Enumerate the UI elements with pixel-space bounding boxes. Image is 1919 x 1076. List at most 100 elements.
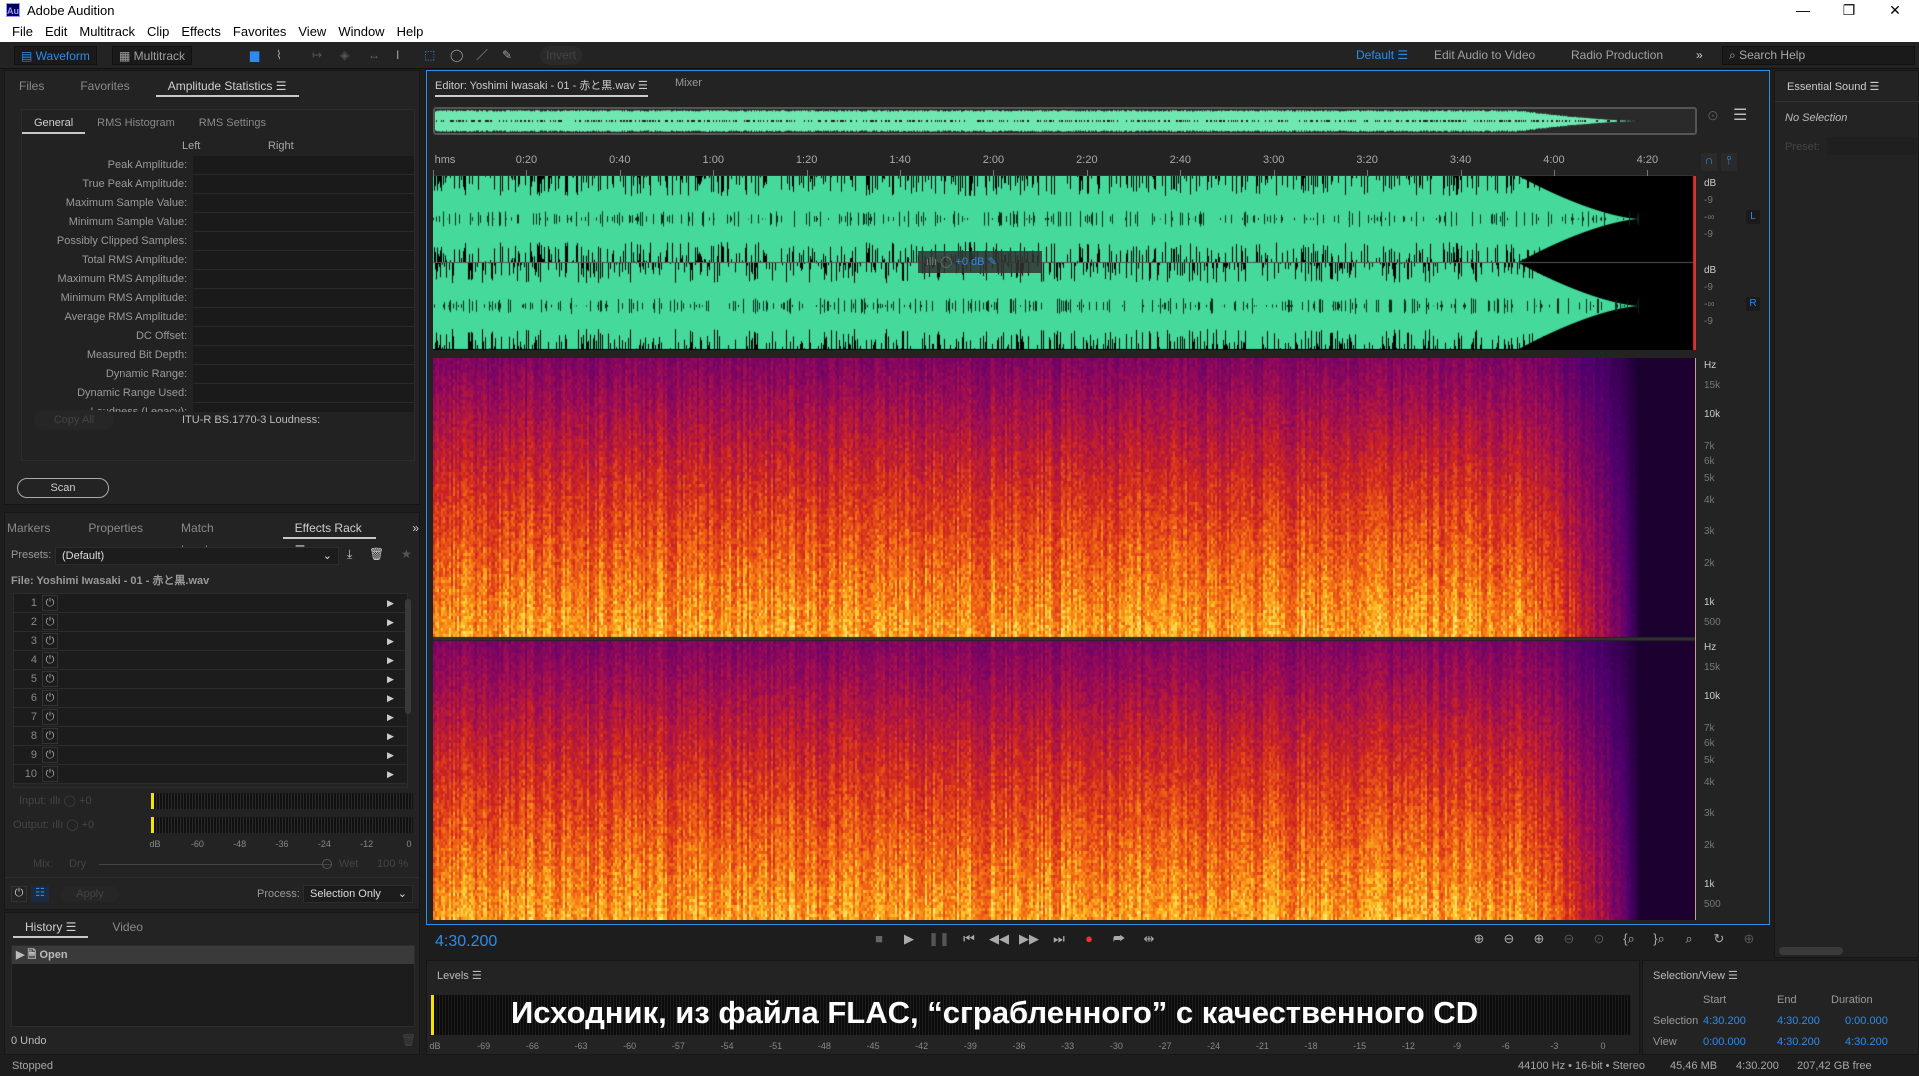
hud-gain-control[interactable]: ıllı ◯ +0 dB ✎ <box>918 251 1042 273</box>
zoom-out-amplitude-icon[interactable]: ⊖ <box>1497 931 1521 947</box>
workspace-radio-production[interactable]: Radio Production <box>1565 46 1669 65</box>
zoom-in-time-icon[interactable]: ⊕ <box>1527 931 1551 947</box>
menu-window[interactable]: Window <box>338 21 390 42</box>
power-icon[interactable]: ⏻ <box>42 652 58 668</box>
menu-clip[interactable]: Clip <box>147 21 175 42</box>
power-icon[interactable]: ⏻ <box>42 671 58 687</box>
slot-menu-arrow-icon[interactable]: ▶ <box>387 598 407 609</box>
menu-file[interactable]: File <box>12 21 39 42</box>
power-icon[interactable]: ⏻ <box>42 766 58 782</box>
spectral-frequency-toggle[interactable]: ▆ <box>244 46 265 65</box>
fast-forward-button[interactable]: ▶▶ <box>1017 931 1041 947</box>
pause-button[interactable]: ❚❚ <box>927 931 951 947</box>
record-button[interactable]: ● <box>1077 931 1101 947</box>
tab-properties[interactable]: Properties <box>76 517 155 539</box>
subtab-general[interactable]: General <box>22 112 86 134</box>
apply-button[interactable]: Apply <box>61 886 119 902</box>
zoom-selection-icon[interactable]: ⌕ <box>1677 931 1701 947</box>
time-ruler[interactable]: hms 0:20 0:40 1:00 1:20 1:40 2:00 2:20 2:40 3:00 3… <box>433 154 1693 176</box>
marquee-tool-icon[interactable]: ⬚ <box>418 46 441 65</box>
pin-icon[interactable]: ⫯ <box>1721 153 1737 171</box>
menu-help[interactable]: Help <box>397 21 430 42</box>
go-to-start-button[interactable]: ⏮ <box>957 931 981 947</box>
waveform-display-icon[interactable]: ⌇ <box>270 46 288 65</box>
process-dropdown[interactable]: Selection Only ⌄ <box>303 885 413 903</box>
effect-slot[interactable]: 6 ⏻ ▶ <box>14 689 407 708</box>
search-help-input[interactable]: ⌕ Search Help <box>1722 46 1915 65</box>
effect-slot[interactable]: 5 ⏻ ▶ <box>14 670 407 689</box>
slot-menu-arrow-icon[interactable]: ▶ <box>387 636 407 647</box>
tab-video[interactable]: Video <box>100 916 154 938</box>
minimize-button[interactable]: — <box>1780 0 1826 21</box>
slot-menu-arrow-icon[interactable]: ▶ <box>387 769 407 780</box>
view-start[interactable]: 0:00.000 <box>1703 1036 1746 1048</box>
zoom-in-point-icon[interactable]: {⌕ <box>1617 931 1641 947</box>
effect-slot[interactable]: 7 ⏻ ▶ <box>14 708 407 727</box>
menu-multitrack[interactable]: Multitrack <box>79 21 141 42</box>
slip-tool-icon[interactable]: ↔ <box>362 46 386 65</box>
scan-button[interactable]: Scan <box>17 478 109 498</box>
effect-slot[interactable]: 3 ⏻ ▶ <box>14 632 407 651</box>
history-item-open[interactable]: ▶ 🗎 Open <box>12 946 414 964</box>
zoom-reset-icon[interactable]: ↻ <box>1707 931 1731 947</box>
move-tool-icon[interactable]: ↦ <box>306 46 328 65</box>
play-button[interactable]: ▶ <box>897 931 921 947</box>
slot-menu-arrow-icon[interactable]: ▶ <box>387 617 407 628</box>
delete-preset-icon[interactable]: 🗑 <box>369 547 384 561</box>
output-gain-control[interactable]: Output: ıllı ◯ +0 <box>13 818 94 831</box>
power-icon[interactable]: ⏻ <box>42 690 58 706</box>
overview-navigator[interactable] <box>433 107 1697 135</box>
waveform-view-button[interactable]: ▤ Waveform <box>14 46 97 65</box>
current-time-display[interactable]: 4:30.200 <box>435 933 497 951</box>
restore-button[interactable]: ❐ <box>1826 0 1872 21</box>
tab-effects-rack[interactable]: Effects Rack ☰ <box>282 517 377 557</box>
selection-start[interactable]: 4:30.200 <box>1703 1015 1746 1027</box>
mix-slider-track[interactable] <box>99 864 331 865</box>
panel-overflow-button[interactable]: » <box>412 521 419 535</box>
effect-slot[interactable]: 2 ⏻ ▶ <box>14 613 407 632</box>
effect-slot[interactable]: 1 ⏻ ▶ <box>14 594 407 613</box>
zoom-navigator-icon[interactable]: ⊙ <box>1707 107 1719 124</box>
waveform-display[interactable] <box>433 176 1695 350</box>
subtab-rms-settings[interactable]: RMS Settings <box>187 112 278 134</box>
workspace-default[interactable]: Default ☰ <box>1350 46 1414 65</box>
effect-slot[interactable]: 10 ⏻ ▶ <box>14 765 407 784</box>
selection-duration[interactable]: 0:00.000 <box>1845 1015 1888 1027</box>
spectral-frequency-display[interactable] <box>433 358 1695 920</box>
effect-slot[interactable]: 4 ⏻ ▶ <box>14 651 407 670</box>
subtab-rms-histogram[interactable]: RMS Histogram <box>85 112 187 134</box>
razor-tool-icon[interactable]: ◈ <box>334 46 355 65</box>
tab-files[interactable]: Files <box>7 75 56 97</box>
presets-dropdown[interactable]: (Default) ⌄ <box>55 547 339 565</box>
mix-slider-handle[interactable] <box>322 859 332 869</box>
close-button[interactable]: ✕ <box>1872 0 1918 21</box>
power-icon[interactable]: ⏻ <box>42 709 58 725</box>
display-options-icon[interactable]: ☰ <box>1733 105 1747 125</box>
time-selection-tool-icon[interactable]: I <box>390 46 405 65</box>
clear-history-icon[interactable]: 🗑 <box>401 1033 416 1047</box>
view-duration[interactable]: 4:30.200 <box>1845 1036 1888 1048</box>
power-icon[interactable]: ⏻ <box>42 747 58 763</box>
tab-markers[interactable]: Markers <box>5 517 62 539</box>
rack-power-button[interactable]: ⏻ <box>11 886 27 902</box>
tab-editor[interactable]: Editor: Yoshimi Iwasaki - 01 - 赤と黒.wav ☰ <box>435 77 648 97</box>
slot-menu-arrow-icon[interactable]: ▶ <box>387 731 407 742</box>
copy-all-button[interactable]: Copy All <box>34 410 114 430</box>
preset-dropdown[interactable] <box>1827 137 1917 155</box>
power-icon[interactable]: ⏻ <box>42 633 58 649</box>
save-preset-icon[interactable]: ⤓ <box>347 547 352 562</box>
slot-menu-arrow-icon[interactable]: ▶ <box>387 674 407 685</box>
slot-menu-arrow-icon[interactable]: ▶ <box>387 693 407 704</box>
snap-magnet-icon[interactable]: ∩ <box>1701 153 1717 171</box>
effects-scrollbar[interactable] <box>405 599 411 714</box>
horizontal-scrollbar[interactable] <box>1779 947 1843 955</box>
slot-menu-arrow-icon[interactable]: ▶ <box>387 655 407 666</box>
loop-playback-button[interactable]: ⮫ <box>1107 931 1131 947</box>
list-view-button[interactable]: ☷ <box>31 886 49 902</box>
power-icon[interactable]: ⏻ <box>42 595 58 611</box>
power-icon[interactable]: ⏻ <box>42 614 58 630</box>
channel-R-button[interactable]: R <box>1746 297 1760 311</box>
zoom-out-point-icon[interactable]: }⌕ <box>1647 931 1671 947</box>
zoom-out-full-icon[interactable]: ⊙ <box>1587 931 1611 947</box>
tab-favorites[interactable]: Favorites <box>68 75 141 97</box>
